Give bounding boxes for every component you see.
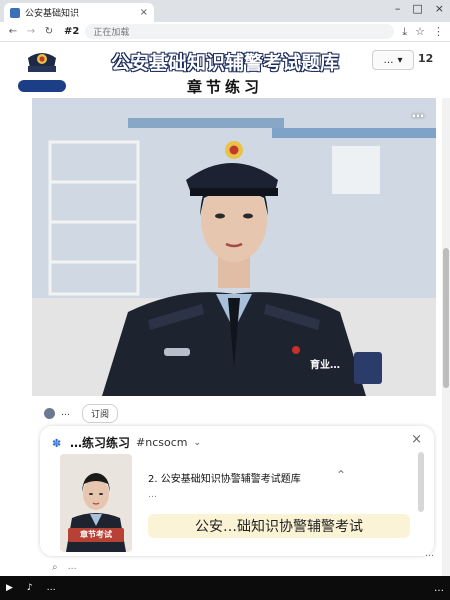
playlist-card: ✽ …练习练习 #ncsocm ⌄ × 章节考试 2. 公安基础知识协警辅警考试…: [40, 426, 434, 556]
chevron-up-icon[interactable]: ⌃: [336, 468, 346, 482]
site-title: 公安基础知识辅警考试题库: [110, 52, 339, 75]
page-header: 公安基础知识辅警考试题库 章节练习 … ▾ 12: [0, 42, 450, 98]
clock-text: …: [434, 582, 444, 594]
section-title: 章节练习: [186, 78, 263, 96]
card-header-tag: #ncsocm: [136, 436, 188, 449]
reload-icon[interactable]: ↻: [42, 26, 56, 37]
video-watermark: …: [412, 106, 424, 120]
bookmark-star-icon[interactable]: ☆: [415, 25, 425, 39]
close-window-icon[interactable]: ×: [435, 2, 444, 15]
video-frame: [32, 98, 436, 396]
police-emblem-logo: [14, 44, 70, 96]
card-header-title: …练习练习: [70, 436, 131, 450]
tab-counter: #2: [64, 26, 80, 37]
channel-name[interactable]: …: [61, 408, 70, 418]
minimize-icon[interactable]: –: [395, 2, 401, 15]
site-favicon-icon: [10, 7, 20, 18]
tab-close-icon[interactable]: ×: [140, 7, 148, 18]
address-text: 正在加载: [93, 28, 130, 38]
peek-text: …: [67, 562, 77, 572]
card-scrollbar[interactable]: [418, 452, 424, 512]
taskbar: ▶ ♪ … …: [0, 576, 450, 600]
highlight-banner: 公安…础知识协警辅警考试: [148, 514, 410, 538]
playlist-item-subtitle: …: [148, 490, 157, 500]
window-controls: – □ ×: [395, 2, 444, 15]
name-badge-text: 育业…: [310, 360, 340, 371]
video-player[interactable]: … 育业…: [32, 98, 436, 396]
card-footer-text: …: [425, 549, 436, 559]
search-icon: ⌕: [52, 562, 58, 573]
taskbar-app[interactable]: …: [47, 583, 56, 593]
system-tray: …: [434, 583, 444, 594]
browser-tab-strip: 公安基础知识 × – □ ×: [0, 0, 450, 22]
tab-title: 公安基础知识: [25, 9, 80, 19]
next-item-peek[interactable]: ⌕ …: [52, 562, 77, 573]
category-select-label: …: [383, 54, 394, 66]
volume-icon[interactable]: ♪: [27, 583, 33, 593]
forward-icon[interactable]: →: [24, 26, 38, 37]
thumbnail-label: 章节考试: [68, 528, 124, 542]
browser-toolbar: ← → ↻ #2 正在加载 ⤓ ☆ ⋮: [0, 22, 450, 42]
page-scrollbar[interactable]: [442, 98, 450, 576]
close-icon[interactable]: ×: [411, 432, 422, 447]
address-bar[interactable]: 正在加载: [85, 24, 395, 39]
playlist-item-title[interactable]: 2. 公安基础知识协警辅警考试题库: [148, 470, 301, 485]
video-thumbnail[interactable]: 章节考试: [60, 454, 132, 552]
chevron-down-icon[interactable]: ⌄: [193, 438, 201, 448]
maximize-icon[interactable]: □: [412, 2, 422, 15]
card-header[interactable]: ✽ …练习练习 #ncsocm ⌄: [52, 434, 201, 451]
page-indicator: 12: [418, 52, 434, 65]
category-select[interactable]: … ▾: [372, 50, 414, 70]
chevron-down-icon: ▾: [397, 54, 403, 66]
play-icon[interactable]: ▶: [6, 583, 13, 593]
back-icon[interactable]: ←: [6, 26, 20, 37]
page-scrollbar-thumb[interactable]: [443, 248, 449, 388]
subscribe-button[interactable]: 订阅: [82, 403, 119, 423]
menu-icon[interactable]: ⋮: [433, 25, 444, 39]
toolbar-icons: ⤓ ☆ ⋮: [402, 25, 444, 39]
download-icon[interactable]: ⤓: [402, 25, 407, 39]
playlist-icon: ✽: [52, 436, 62, 450]
browser-tab[interactable]: 公安基础知识 ×: [4, 3, 154, 22]
channel-row: … 订阅: [44, 403, 119, 423]
channel-avatar-icon[interactable]: [44, 407, 55, 419]
